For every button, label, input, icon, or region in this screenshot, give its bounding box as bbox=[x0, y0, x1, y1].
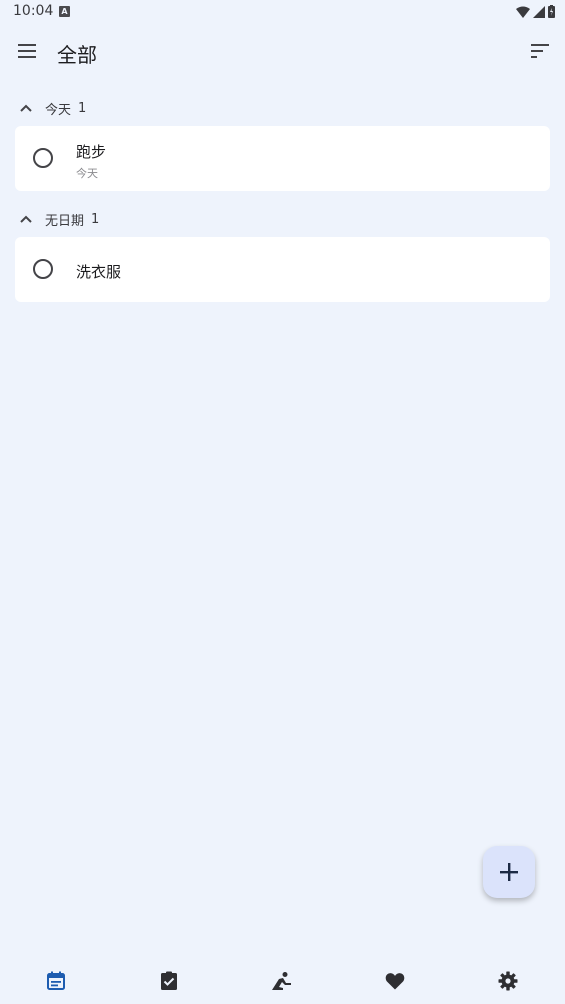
sort-button[interactable] bbox=[525, 36, 555, 66]
gear-icon bbox=[498, 971, 518, 991]
task-title: 洗衣服 bbox=[76, 263, 122, 281]
task-card[interactable]: 洗衣服 bbox=[15, 237, 550, 302]
heart-icon bbox=[385, 973, 405, 990]
plus-icon bbox=[500, 863, 518, 881]
section-label: 无日期 bbox=[45, 213, 85, 229]
status-time: 10:04 bbox=[13, 3, 54, 19]
sort-icon bbox=[531, 44, 549, 58]
menu-button[interactable] bbox=[12, 36, 42, 66]
section-header-today[interactable]: 今天 1 bbox=[14, 96, 86, 120]
battery-icon bbox=[548, 5, 555, 18]
status-bar: 10:04 A bbox=[0, 0, 565, 24]
task-checkbox[interactable] bbox=[33, 148, 53, 168]
menu-icon bbox=[18, 44, 36, 58]
section-count: 1 bbox=[91, 211, 100, 227]
nav-item-calendar[interactable] bbox=[43, 968, 69, 994]
a-icon: A bbox=[59, 6, 70, 17]
add-task-button[interactable] bbox=[483, 846, 535, 898]
nav-item-settings[interactable] bbox=[495, 968, 521, 994]
status-icons bbox=[516, 4, 555, 18]
bottom-nav bbox=[0, 958, 565, 1004]
task-checkbox[interactable] bbox=[33, 259, 53, 279]
task-title: 跑步 bbox=[76, 143, 107, 161]
calendar-icon bbox=[47, 971, 65, 990]
nav-item-focus[interactable] bbox=[269, 968, 295, 994]
page-title: 全部 bbox=[57, 43, 97, 67]
meditation-icon bbox=[272, 972, 291, 990]
app-bar: 全部 bbox=[0, 24, 565, 80]
signal-icon bbox=[533, 6, 545, 18]
chevron-up-icon bbox=[14, 96, 38, 120]
screen: 10:04 A 全部 今天 1 跑步 今天 无日期 1 洗衣服 bbox=[0, 0, 565, 1004]
checklist-icon bbox=[161, 971, 177, 990]
section-label: 今天 bbox=[45, 102, 72, 118]
task-card[interactable]: 跑步 今天 bbox=[15, 126, 550, 191]
section-header-no-date[interactable]: 无日期 1 bbox=[14, 207, 99, 231]
section-count: 1 bbox=[78, 100, 87, 116]
nav-item-tasks[interactable] bbox=[156, 968, 182, 994]
task-due-date: 今天 bbox=[76, 167, 98, 180]
chevron-up-icon bbox=[14, 207, 38, 231]
wifi-icon bbox=[516, 6, 530, 18]
nav-item-favorites[interactable] bbox=[382, 968, 408, 994]
